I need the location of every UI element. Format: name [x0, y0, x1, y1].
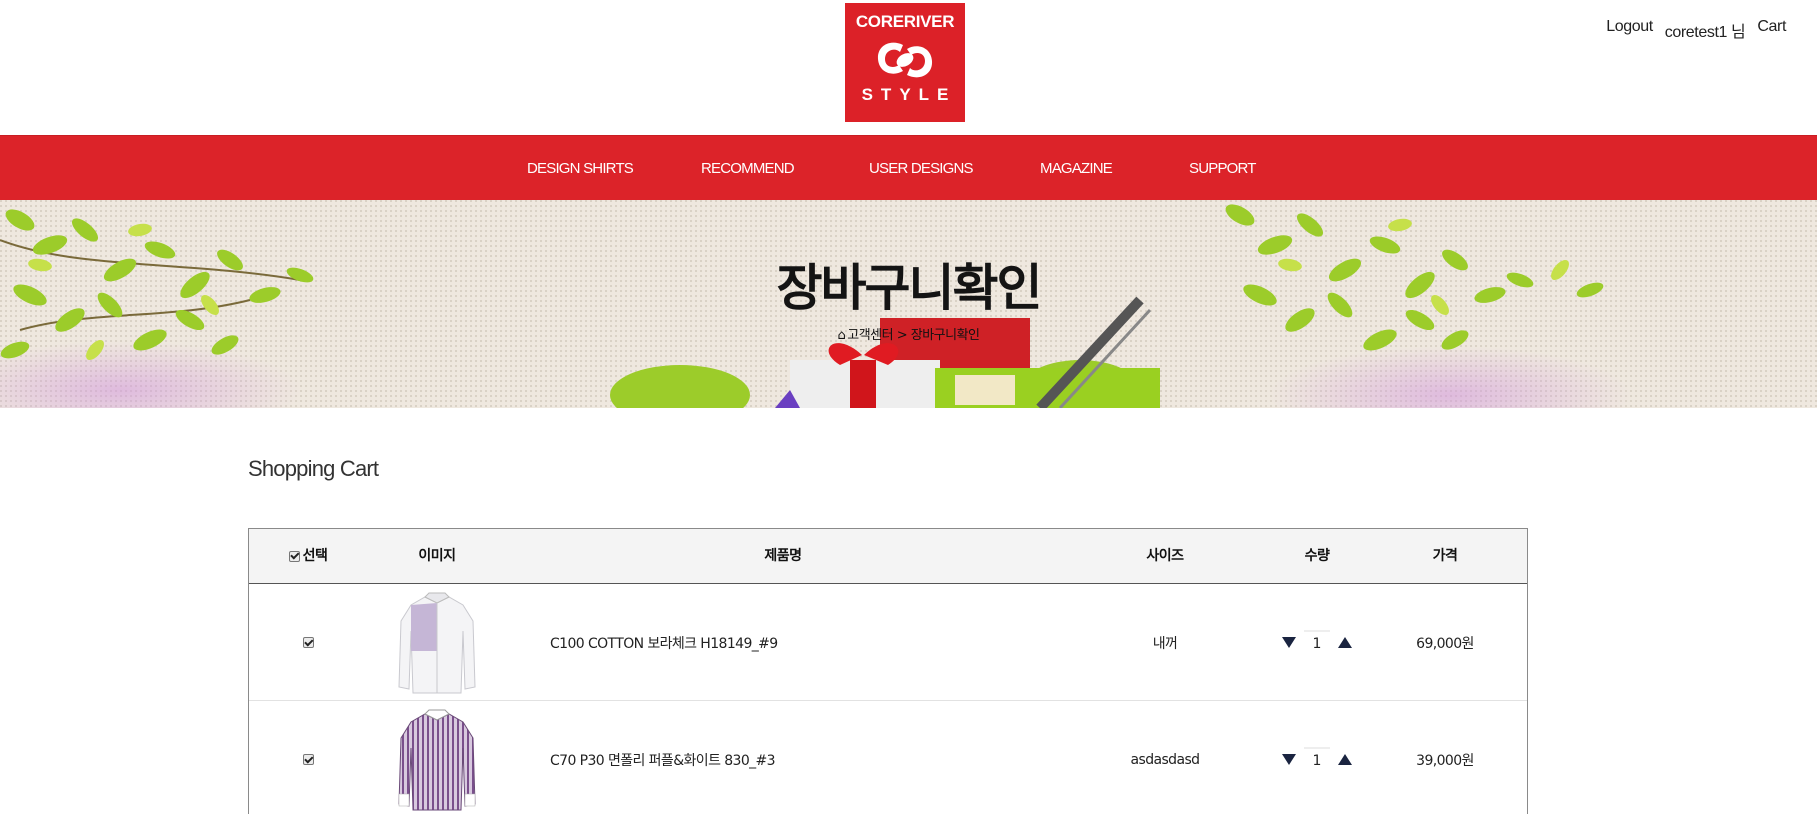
- nav-item-design-shirts[interactable]: DESIGN SHIRTS: [527, 136, 634, 201]
- cart-table: 선택 이미지 제품명 사이즈 수량 가격 C100 COTTON 보라체크 H1…: [248, 528, 1528, 814]
- cart-link[interactable]: Cart: [1757, 18, 1786, 42]
- quantity-input[interactable]: [1304, 746, 1330, 773]
- product-image[interactable]: [397, 591, 477, 695]
- col-image: 이미지: [418, 548, 456, 564]
- table-header: 선택 이미지 제품명 사이즈 수량 가격: [249, 529, 1527, 584]
- row-select-cell: [249, 584, 367, 701]
- logo-text-bottom: STYLE: [861, 85, 957, 104]
- coreriver-style-logo[interactable]: CORERIVER STYLE: [845, 3, 965, 122]
- table-row: C100 COTTON 보라체크 H18149_#9 내꺼 69,000원: [249, 584, 1527, 701]
- user-name-link[interactable]: coretest1 님: [1665, 18, 1746, 42]
- product-price: 39,000원: [1416, 752, 1474, 769]
- col-product: 제품명: [764, 548, 802, 564]
- product-image[interactable]: [397, 708, 477, 812]
- col-select: 선택: [249, 529, 367, 584]
- row-checkbox[interactable]: [302, 754, 314, 765]
- row-select-cell: [249, 701, 367, 814]
- quantity-stepper: [1271, 584, 1363, 701]
- select-all-checkbox[interactable]: [288, 550, 300, 562]
- col-select-label: 선택: [302, 548, 328, 564]
- nav-item-support[interactable]: SUPPORT: [1189, 136, 1256, 201]
- col-quantity: 수량: [1304, 548, 1330, 564]
- breadcrumb: ⌂ 고객센터 > 장바구니확인: [0, 324, 1817, 343]
- quantity-decrease-icon[interactable]: [1282, 754, 1296, 765]
- quantity-input[interactable]: [1304, 629, 1330, 656]
- home-icon[interactable]: ⌂: [837, 328, 845, 343]
- quantity-decrease-icon[interactable]: [1282, 637, 1296, 648]
- utility-links: Logout coretest1 님 Cart: [1606, 18, 1786, 42]
- breadcrumb-text: 고객센터 > 장바구니확인: [847, 328, 980, 343]
- row-image-cell: [367, 584, 507, 701]
- section-title: Shopping Cart: [248, 456, 379, 481]
- nav-item-magazine[interactable]: MAGAZINE: [1040, 136, 1113, 201]
- logout-link[interactable]: Logout: [1606, 18, 1653, 42]
- col-price: 가격: [1432, 548, 1458, 564]
- page-banner: 장바구니확인 ⌂ 고객센터 > 장바구니확인: [0, 200, 1817, 408]
- quantity-increase-icon[interactable]: [1338, 754, 1352, 765]
- product-size: asdasdasd: [1130, 751, 1200, 768]
- logo-text-top: CORERIVER: [855, 12, 955, 31]
- product-name[interactable]: C70 P30 면폴리 퍼플&화이트 830_#3: [507, 701, 1059, 814]
- nav-item-recommend[interactable]: RECOMMEND: [701, 136, 795, 201]
- quantity-stepper: [1271, 701, 1363, 814]
- logo-mark-icon: [877, 42, 933, 78]
- row-image-cell: [367, 701, 507, 814]
- quantity-increase-icon[interactable]: [1338, 637, 1352, 648]
- product-name[interactable]: C100 COTTON 보라체크 H18149_#9: [507, 584, 1059, 701]
- product-size: 내꺼: [1152, 635, 1178, 652]
- row-checkbox[interactable]: [302, 637, 314, 648]
- table-row: C70 P30 면폴리 퍼플&화이트 830_#3 asdasdasd 39,0…: [249, 701, 1527, 814]
- main-nav: DESIGN SHIRTS RECOMMEND USER DESIGNS MAG…: [0, 135, 1817, 200]
- col-size: 사이즈: [1146, 548, 1184, 564]
- nav-item-user-designs[interactable]: USER DESIGNS: [869, 136, 974, 201]
- page-title: 장바구니확인: [776, 259, 1043, 317]
- site-header: CORERIVER STYLE Logout coretest1 님 Cart: [0, 0, 1817, 135]
- product-price: 69,000원: [1416, 635, 1474, 652]
